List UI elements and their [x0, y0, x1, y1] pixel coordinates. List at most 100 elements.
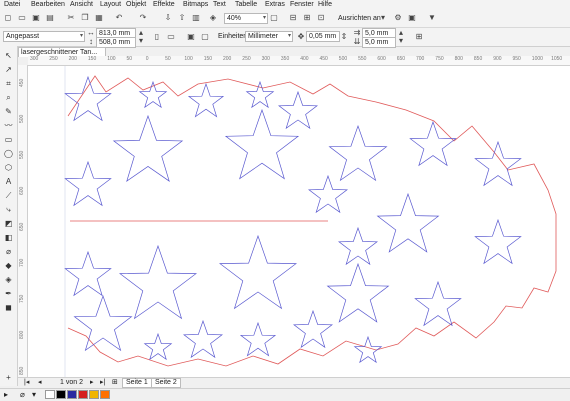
units-select[interactable]: Millimeter ▾ [245, 31, 293, 42]
star-shape[interactable] [73, 294, 133, 352]
publish-pdf-icon[interactable]: ▥ [191, 13, 201, 23]
palette-arrow-icon[interactable]: ▸ [4, 390, 8, 399]
undo-icon[interactable]: ↶ [114, 13, 124, 23]
snap-to-label[interactable]: Ausrichten an [338, 14, 381, 23]
star-shape[interactable] [187, 82, 225, 118]
options-icon[interactable]: ⚙ [393, 13, 403, 23]
zoom-tool-icon[interactable]: ⌕ [3, 92, 14, 103]
menu-hilfe[interactable]: Hilfe [318, 1, 332, 9]
menu-objekt[interactable]: Objekt [126, 1, 146, 9]
last-page-icon[interactable]: ▸| [100, 379, 105, 387]
new-doc-icon[interactable]: ◻ [3, 13, 13, 23]
freehand-tool-icon[interactable]: ✎ [3, 106, 14, 117]
star-shape[interactable] [414, 280, 462, 327]
crop-tool-icon[interactable]: ⌗ [3, 78, 14, 89]
duplicate-y-field[interactable]: 5,0 mm [362, 37, 396, 48]
eyedropper-tool-icon[interactable]: ⌀ [3, 246, 14, 257]
open-icon[interactable]: ▭ [17, 13, 27, 23]
star-shape[interactable] [118, 244, 198, 320]
welcome-icon[interactable]: ▣ [407, 13, 417, 23]
star-shape[interactable] [143, 332, 173, 361]
export-icon[interactable]: ⇧ [177, 13, 187, 23]
add-page-icon[interactable]: ⊞ [112, 379, 118, 387]
color-swatch[interactable] [100, 390, 110, 399]
portrait-icon[interactable]: ▯ [152, 32, 162, 42]
star-shape[interactable] [239, 321, 277, 357]
transparency-tool-icon[interactable]: ◧ [3, 232, 14, 243]
current-page-icon[interactable]: ▢ [200, 32, 210, 42]
artistic-media-icon[interactable]: 〰 [3, 120, 14, 131]
prev-page-icon[interactable]: ◂ [38, 379, 42, 387]
tab-page-2[interactable]: Seite 2 [151, 378, 181, 388]
spin-down-icon[interactable]: ▾ [396, 36, 406, 46]
artwork[interactable] [28, 66, 570, 377]
rectangle-tool-icon[interactable]: ▭ [3, 134, 14, 145]
smart-fill-icon[interactable]: ◈ [3, 274, 14, 285]
star-shape[interactable] [353, 335, 383, 364]
text-tool-icon[interactable]: A [3, 176, 14, 187]
cut-icon[interactable]: ✂ [66, 13, 76, 23]
menu-bearbeiten[interactable]: Bearbeiten [31, 1, 65, 9]
menu-tabelle[interactable]: Tabelle [235, 1, 257, 9]
shape-tool-icon[interactable]: ↗ [3, 64, 14, 75]
color-swatch[interactable] [89, 390, 99, 399]
menu-layout[interactable]: Layout [100, 1, 121, 9]
palette-menu-icon[interactable]: ▾ [32, 390, 36, 399]
star-shape[interactable] [376, 192, 440, 253]
page-preset-select[interactable]: Angepasst ▾ [3, 31, 85, 42]
nudge-distance-field[interactable]: 0,05 mm [306, 31, 340, 42]
full-screen-icon[interactable]: ▢ [269, 13, 279, 23]
fill-tool-icon[interactable]: ◼ [3, 302, 14, 313]
grid-icon[interactable]: ⊞ [302, 13, 312, 23]
rulers-icon[interactable]: ⊟ [288, 13, 298, 23]
redo-icon[interactable]: ↷ [138, 13, 148, 23]
vertical-ruler[interactable]: 450 500 550 600 650 700 750 800 850 [18, 65, 28, 377]
star-shape[interactable] [224, 108, 300, 180]
launch-icon[interactable]: ▼ [427, 13, 437, 23]
star-shape[interactable] [64, 75, 112, 122]
menu-effekte[interactable]: Effekte [153, 1, 175, 9]
app-launcher-icon[interactable]: ◈ [208, 13, 218, 23]
paste-icon[interactable]: ▦ [94, 13, 104, 23]
ellipse-tool-icon[interactable]: ◯ [3, 148, 14, 159]
save-icon[interactable]: ▣ [31, 13, 41, 23]
print-icon[interactable]: ▤ [45, 13, 55, 23]
interactive-fill-icon[interactable]: ◆ [3, 260, 14, 271]
first-page-icon[interactable]: |◂ [24, 379, 29, 387]
horizontal-ruler[interactable]: 300 250 200 150 100 50 0 50 100 150 200 250 300 350 40… [28, 56, 570, 66]
add-tool-icon[interactable]: + [3, 372, 14, 383]
star-shape[interactable] [182, 319, 224, 359]
tab-page-1[interactable]: Seite 1 [122, 378, 152, 388]
quick-customize-icon[interactable]: ⊞ [414, 32, 424, 42]
outline-tool-icon[interactable]: ✒ [3, 288, 14, 299]
star-shape[interactable] [337, 226, 379, 266]
menu-bitmaps[interactable]: Bitmaps [183, 1, 208, 9]
color-swatch[interactable] [56, 390, 66, 399]
copy-icon[interactable]: ❐ [80, 13, 90, 23]
star-shape[interactable] [112, 114, 184, 182]
spin-down-icon[interactable]: ▾ [136, 36, 146, 46]
star-shape[interactable] [245, 80, 275, 109]
connector-tool-icon[interactable]: ⤷ [3, 204, 14, 215]
chevron-down-icon[interactable]: ▾ [378, 13, 388, 23]
star-shape[interactable] [218, 234, 298, 310]
star-shape[interactable] [326, 262, 390, 323]
pick-tool-icon[interactable]: ↖ [3, 50, 14, 61]
polygon-tool-icon[interactable]: ⬡ [3, 162, 14, 173]
import-icon[interactable]: ⇩ [163, 13, 173, 23]
guidelines-icon[interactable]: ⊡ [316, 13, 326, 23]
color-swatch[interactable] [67, 390, 77, 399]
drop-shadow-icon[interactable]: ◩ [3, 218, 14, 229]
star-shape[interactable] [474, 140, 522, 187]
eyedropper-icon[interactable]: ⌀ [20, 390, 25, 399]
star-shape[interactable] [64, 160, 112, 207]
all-pages-icon[interactable]: ▣ [186, 32, 196, 42]
star-shape[interactable] [64, 250, 112, 297]
parallel-dimension-icon[interactable]: ⟋ [3, 190, 14, 201]
landscape-icon[interactable]: ▭ [166, 32, 176, 42]
menu-extras[interactable]: Extras [265, 1, 285, 9]
drawing-canvas[interactable] [28, 66, 570, 377]
color-swatch[interactable] [45, 390, 55, 399]
menu-fenster[interactable]: Fenster [290, 1, 314, 9]
menu-ansicht[interactable]: Ansicht [70, 1, 93, 9]
